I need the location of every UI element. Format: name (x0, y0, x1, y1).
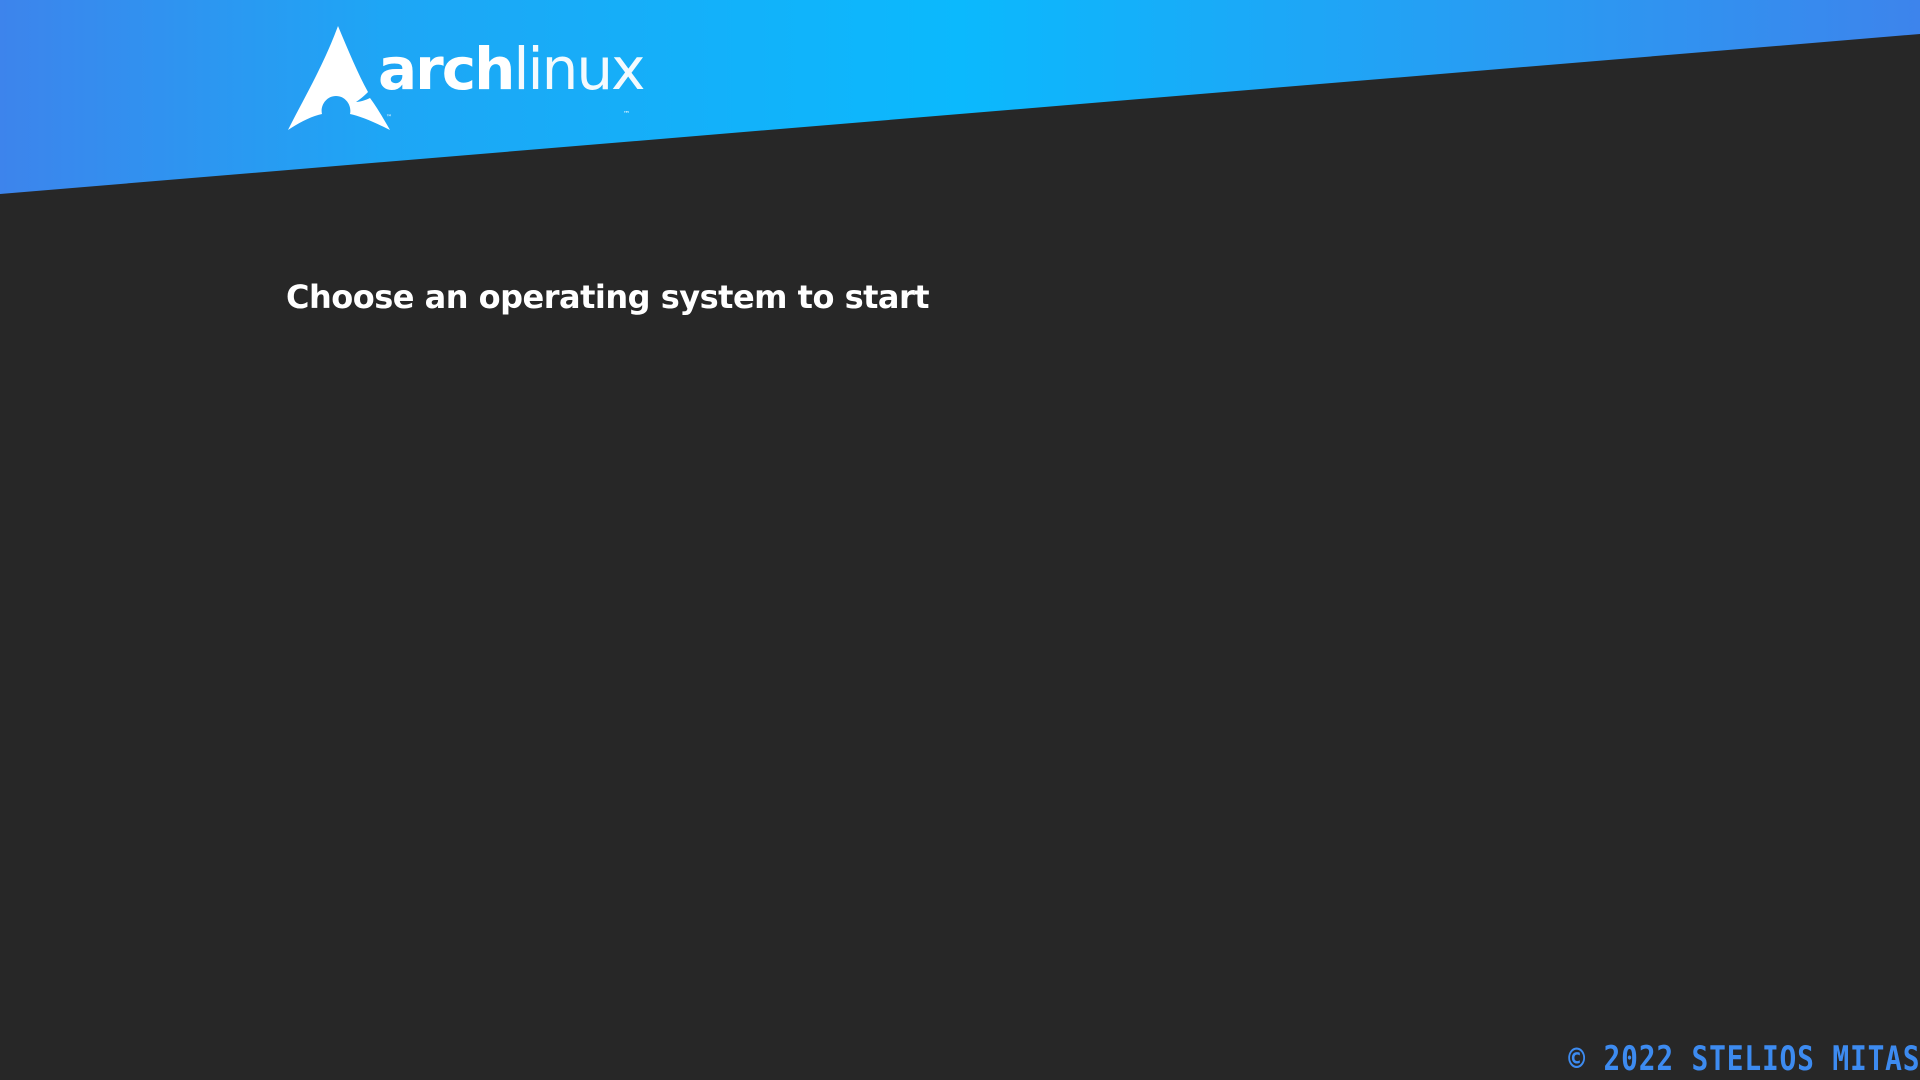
os-menu[interactable] (286, 340, 1186, 840)
trademark-mark: ™ (386, 114, 392, 121)
menu-title: Choose an operating system to start (286, 278, 930, 316)
wordmark-trademark: ™ (623, 110, 630, 118)
logo-wordmark: archlinux (378, 40, 646, 98)
logo-wordmark-linux: linux (513, 35, 645, 103)
copyright-text: © 2022 STELIOS MITAS (1567, 1039, 1920, 1080)
boot-screen: ™ archlinux ™ Choose an operating system… (0, 0, 1920, 1080)
logo-wordmark-arch: arch (378, 35, 515, 103)
arch-linux-logo: ™ archlinux ™ (286, 26, 646, 130)
